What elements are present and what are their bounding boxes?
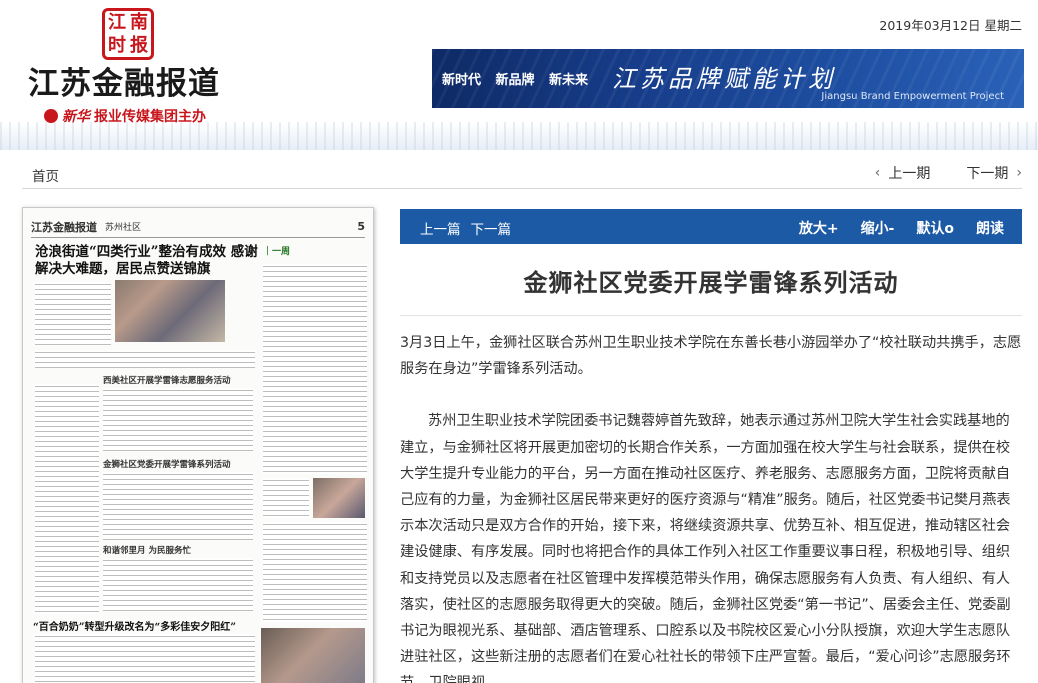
paper-text-block[interactable]: [35, 634, 255, 683]
article-paragraph: 苏州卫生职业技术学院团委书记魏蓉婷首先致辞，她表示通过苏州卫院大学生社会实践基地…: [400, 413, 1011, 683]
paper-text-block[interactable]: [35, 350, 255, 368]
paper-photo[interactable]: [261, 628, 365, 683]
paper-text-block[interactable]: [263, 264, 367, 474]
brand-banner[interactable]: 新时代 新品牌 新未来 江苏品牌赋能计划 Jiangsu Brand Empow…: [432, 49, 1024, 108]
article-toolbar: 上一篇 下一篇 放大+ 缩小- 默认o 朗读: [400, 209, 1022, 244]
seal-char: 时: [108, 34, 126, 56]
masthead-title[interactable]: 江苏金融报道: [28, 58, 220, 103]
next-issue-link[interactable]: 下一期: [966, 163, 1008, 183]
zoom-out-button[interactable]: 缩小-: [861, 218, 895, 238]
host-line: 新华 报业传媒集团主办: [44, 106, 206, 126]
issue-navigation: ‹ 上一期 下一期 ›: [875, 163, 1022, 183]
default-size-button[interactable]: 默认o: [916, 218, 954, 238]
chevron-right-icon[interactable]: ›: [1016, 165, 1022, 181]
host-text: 报业传媒集团主办: [94, 109, 206, 125]
seal-char: 南: [130, 11, 148, 33]
paper-text-block[interactable]: [103, 558, 253, 612]
paper-text-block[interactable]: [103, 472, 253, 540]
issue-date: 2019年03月12日 星期二: [879, 18, 1022, 33]
divider: [400, 315, 1022, 316]
seal-char: 江: [108, 11, 126, 33]
seal-logo[interactable]: 江 南 时 报: [102, 8, 154, 60]
site-header: 江 南 时 报 江苏金融报道 新华 报业传媒集团主办 2019年03月12日 星…: [0, 0, 1038, 150]
article-nav: 上一篇 下一篇: [420, 218, 511, 238]
paper-text-block[interactable]: [103, 388, 253, 452]
zoom-in-button[interactable]: 放大+: [799, 218, 839, 238]
paper-bottom-headline[interactable]: “百合奶奶”转型升级改名为“多彩佳安夕阳红”: [33, 618, 236, 633]
xinhua-logo-icon: [44, 109, 58, 123]
article-title: 金狮社区党委开展学雷锋系列活动: [523, 268, 899, 297]
paper-masthead: 江苏金融报道: [31, 220, 97, 234]
paper-article-title[interactable]: 和谐邻里月 为民服务忙: [103, 544, 191, 556]
seal-char: 报: [130, 34, 148, 56]
banner-slogan: 新时代 新品牌 新未来: [442, 73, 589, 88]
paper-text-block[interactable]: [35, 384, 99, 614]
paper-text-block[interactable]: [263, 522, 367, 622]
home-link[interactable]: 首页: [32, 165, 59, 185]
reading-controls: 放大+ 缩小- 默认o 朗读: [799, 218, 1004, 238]
banner-subtitle: Jiangsu Brand Empowerment Project: [821, 91, 1004, 102]
banner-title: 江苏品牌赋能计划: [612, 65, 836, 93]
paper-text-block[interactable]: [35, 282, 111, 346]
paper-page-number: 5: [357, 220, 365, 233]
chevron-left-icon[interactable]: ‹: [875, 165, 881, 181]
newspaper-page-thumbnail[interactable]: 江苏金融报道 苏州社区 5 沧浪街道“四类行业”整治有成效 感谢解决大难题，居民…: [22, 207, 374, 683]
paper-article-title[interactable]: 西美社区开展学雷锋志愿服务活动: [103, 374, 231, 386]
host-logo-text: 新华: [62, 109, 90, 125]
paper-section-tag: ｜一周: [263, 247, 291, 257]
paper-text-block[interactable]: [263, 478, 309, 518]
nav-bar: 首页 ‹ 上一期 下一期 ›: [22, 157, 1022, 189]
next-article-link[interactable]: 下一篇: [471, 218, 512, 238]
article-body: 3月3日上午，金狮社区联合苏州卫生职业技术学院在东善长巷小游园举办了“校社联动共…: [400, 330, 1022, 683]
paper-page-header: 江苏金融报道 苏州社区 5: [31, 216, 365, 238]
paper-photo[interactable]: [313, 478, 365, 518]
article-lead-paragraph: 3月3日上午，金狮社区联合苏州卫生职业技术学院在东善长巷小游园举办了“校社联动共…: [400, 335, 1022, 378]
paper-headline[interactable]: 沧浪街道“四类行业”整治有成效 感谢解决大难题，居民点赞送锦旗: [35, 244, 265, 278]
paper-section-name: 苏州社区: [105, 223, 142, 233]
paper-photo[interactable]: [115, 280, 225, 342]
prev-article-link[interactable]: 上一篇: [420, 218, 461, 238]
header-pattern: [0, 122, 1038, 150]
read-aloud-button[interactable]: 朗读: [976, 218, 1004, 238]
paper-article-title[interactable]: 金狮社区党委开展学雷锋系列活动: [103, 458, 231, 470]
prev-issue-link[interactable]: 上一期: [888, 163, 930, 183]
